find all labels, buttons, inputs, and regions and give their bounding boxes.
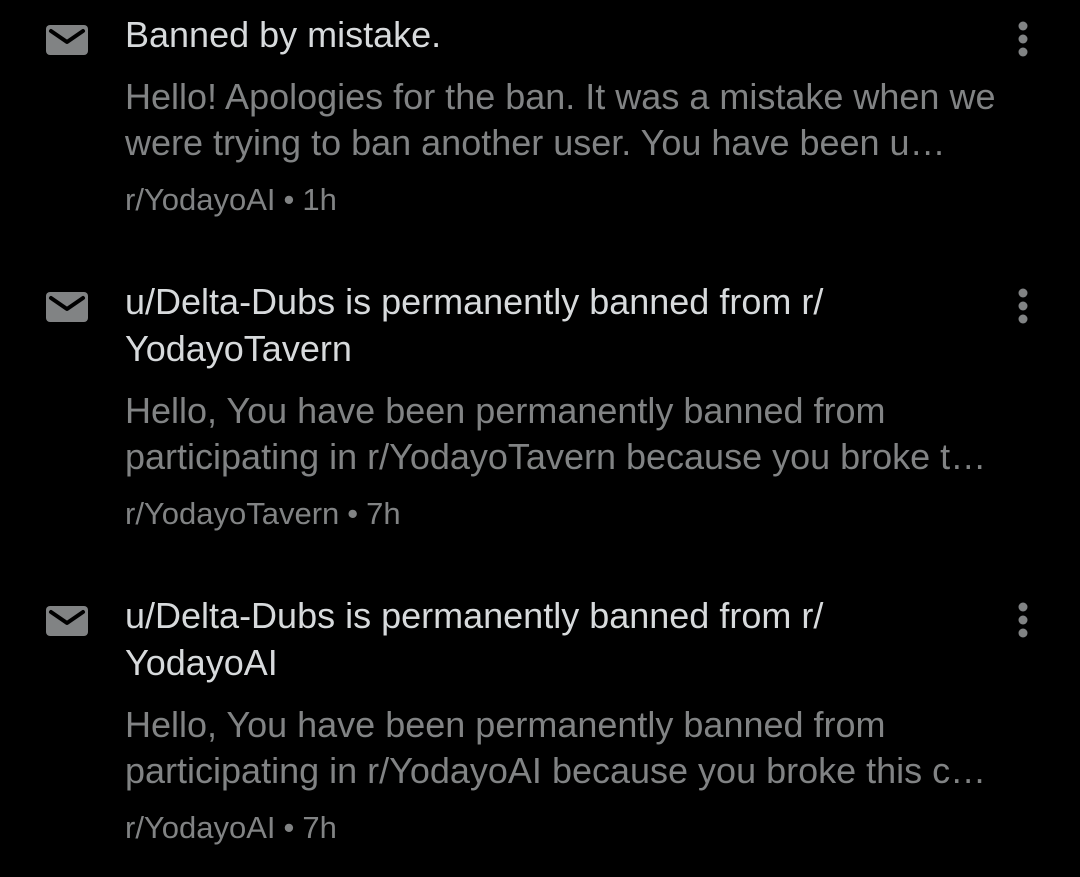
message-source[interactable]: r/YodayoAI: [125, 810, 276, 845]
more-options-button[interactable]: [1000, 597, 1046, 643]
message-time: 7h: [366, 496, 401, 531]
message-preview: Hello, You have been permanently banned …: [125, 390, 987, 477]
message-meta: r/YodayoAI • 1h: [125, 180, 1055, 220]
message-time: 1h: [302, 182, 337, 217]
message-source[interactable]: r/YodayoTavern: [125, 496, 339, 531]
meta-separator: •: [283, 182, 295, 217]
meta-separator: •: [347, 496, 359, 531]
message-item[interactable]: u/Delta-Dubs is permanently banned from …: [0, 270, 1080, 570]
envelope-icon: [46, 25, 88, 55]
message-item[interactable]: u/Delta-Dubs is permanently banned from …: [0, 584, 1080, 877]
more-options-button[interactable]: [1000, 283, 1046, 329]
message-title: u/Delta-Dubs is permanently banned from …: [125, 281, 824, 369]
more-options-button[interactable]: [1000, 16, 1046, 62]
message-time: 7h: [302, 810, 337, 845]
message-source[interactable]: r/YodayoAI: [125, 182, 276, 217]
message-meta: r/YodayoAI • 7h: [125, 808, 1055, 848]
vertical-ellipsis-icon: [1018, 21, 1028, 57]
message-meta: r/YodayoTavern • 7h: [125, 494, 1055, 534]
envelope-icon: [46, 292, 88, 322]
envelope-icon: [46, 606, 88, 636]
vertical-ellipsis-icon: [1018, 288, 1028, 324]
meta-separator: •: [283, 810, 295, 845]
message-item[interactable]: Banned by mistake. Hello! Apologies for …: [0, 0, 1080, 250]
vertical-ellipsis-icon: [1018, 602, 1028, 638]
message-title: u/Delta-Dubs is permanently banned from …: [125, 595, 824, 683]
message-title: Banned by mistake.: [125, 14, 442, 55]
message-preview: Hello! Apologies for the ban. It was a m…: [125, 76, 996, 163]
message-preview: Hello, You have been permanently banned …: [125, 704, 987, 791]
